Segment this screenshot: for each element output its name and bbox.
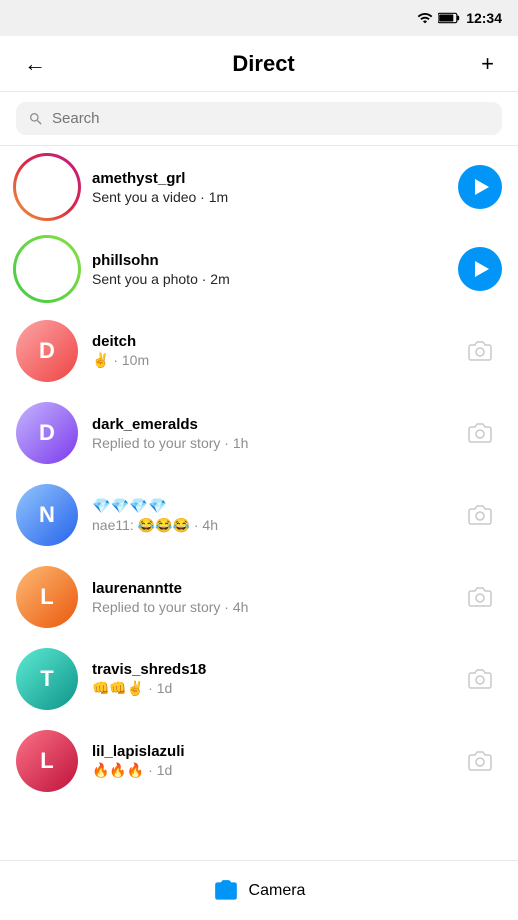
avatar: L	[16, 566, 78, 628]
messages-list: Aamethyst_grl Sent you a video · 1m Pphil…	[0, 146, 518, 802]
bottom-camera-bar[interactable]: Camera	[0, 860, 518, 920]
message-preview: nae11: 😂😂😂 · 4h	[92, 517, 444, 534]
message-item[interactable]: N 💎💎💎💎 nae11: 😂😂😂 · 4h	[0, 474, 518, 556]
camera-button[interactable]	[458, 493, 502, 537]
camera-bottom-icon	[213, 878, 239, 904]
message-username: dark_emeralds	[92, 416, 444, 433]
camera-button[interactable]	[458, 657, 502, 701]
story-ring-green	[13, 235, 81, 303]
signal-icon	[417, 10, 433, 26]
message-info: deitch ✌️ · 10m	[92, 333, 444, 369]
message-item[interactable]: Llaurenanntte Replied to your story · 4h	[0, 556, 518, 638]
message-info: laurenanntte Replied to your story · 4h	[92, 580, 444, 615]
search-bar-container	[0, 92, 518, 146]
message-item[interactable]: Ddark_emeralds Replied to your story · 1h	[0, 392, 518, 474]
search-input[interactable]	[52, 110, 490, 127]
camera-icon	[468, 749, 492, 773]
back-button[interactable]: ←	[16, 47, 54, 81]
avatar-wrap: D	[16, 320, 78, 382]
message-preview: 👊👊✌️ · 1d	[92, 680, 444, 697]
avatar: D	[16, 402, 78, 464]
message-item[interactable]: Llil_lapislazuli 🔥🔥🔥 · 1d	[0, 720, 518, 802]
message-info: travis_shreds18 👊👊✌️ · 1d	[92, 661, 444, 697]
message-username: deitch	[92, 333, 444, 350]
camera-button[interactable]	[458, 739, 502, 783]
camera-icon	[468, 503, 492, 527]
play-btn-circle[interactable]	[458, 247, 502, 291]
camera-button[interactable]	[458, 575, 502, 619]
status-time: 12:34	[466, 10, 502, 26]
avatar: L	[16, 730, 78, 792]
status-icons	[417, 10, 460, 26]
message-username: laurenanntte	[92, 580, 444, 597]
play-triangle	[475, 261, 489, 277]
message-info: phillsohn Sent you a photo · 2m	[92, 252, 444, 287]
avatar-wrap: D	[16, 402, 78, 464]
message-info: amethyst_grl Sent you a video · 1m	[92, 170, 444, 205]
battery-icon	[438, 10, 460, 26]
message-preview: Replied to your story · 4h	[92, 599, 444, 615]
message-preview: 🔥🔥🔥 · 1d	[92, 762, 444, 779]
message-item[interactable]: Ddeitch ✌️ · 10m	[0, 310, 518, 392]
camera-icon	[468, 667, 492, 691]
message-preview: Sent you a video · 1m	[92, 189, 444, 205]
message-item[interactable]: Pphillsohn Sent you a photo · 2m	[0, 228, 518, 310]
avatar-wrap: T	[16, 648, 78, 710]
camera-label: Camera	[249, 882, 306, 900]
play-button[interactable]	[458, 165, 502, 209]
avatar: N	[16, 484, 78, 546]
message-info: 💎💎💎💎 nae11: 😂😂😂 · 4h	[92, 497, 444, 534]
avatar-wrap: P	[16, 238, 78, 300]
message-username: phillsohn	[92, 252, 444, 269]
message-preview: Replied to your story · 1h	[92, 435, 444, 451]
camera-button[interactable]	[458, 411, 502, 455]
play-btn-circle[interactable]	[458, 165, 502, 209]
page-title: Direct	[232, 51, 294, 77]
message-username: lil_lapislazuli	[92, 743, 444, 760]
search-icon	[28, 111, 44, 127]
new-message-button[interactable]: +	[473, 47, 502, 81]
message-info: dark_emeralds Replied to your story · 1h	[92, 416, 444, 451]
story-ring-gradient	[13, 153, 81, 221]
camera-button[interactable]	[458, 329, 502, 373]
play-button[interactable]	[458, 247, 502, 291]
camera-icon	[468, 585, 492, 609]
message-username: amethyst_grl	[92, 170, 444, 187]
avatar-wrap: A	[16, 156, 78, 218]
avatar-wrap: L	[16, 566, 78, 628]
message-username: 💎💎💎💎	[92, 497, 444, 515]
avatar-wrap: L	[16, 730, 78, 792]
status-bar: 12:34	[0, 0, 518, 36]
message-info: lil_lapislazuli 🔥🔥🔥 · 1d	[92, 743, 444, 779]
message-item[interactable]: Aamethyst_grl Sent you a video · 1m	[0, 146, 518, 228]
message-preview: Sent you a photo · 2m	[92, 271, 444, 287]
avatar: T	[16, 648, 78, 710]
avatar: D	[16, 320, 78, 382]
message-username: travis_shreds18	[92, 661, 444, 678]
avatar-wrap: N	[16, 484, 78, 546]
camera-icon	[468, 339, 492, 363]
search-input-wrap	[16, 102, 502, 135]
message-item[interactable]: Ttravis_shreds18 👊👊✌️ · 1d	[0, 638, 518, 720]
camera-icon	[468, 421, 492, 445]
message-preview: ✌️ · 10m	[92, 352, 444, 369]
play-triangle	[475, 179, 489, 195]
nav-bar: ← Direct +	[0, 36, 518, 92]
